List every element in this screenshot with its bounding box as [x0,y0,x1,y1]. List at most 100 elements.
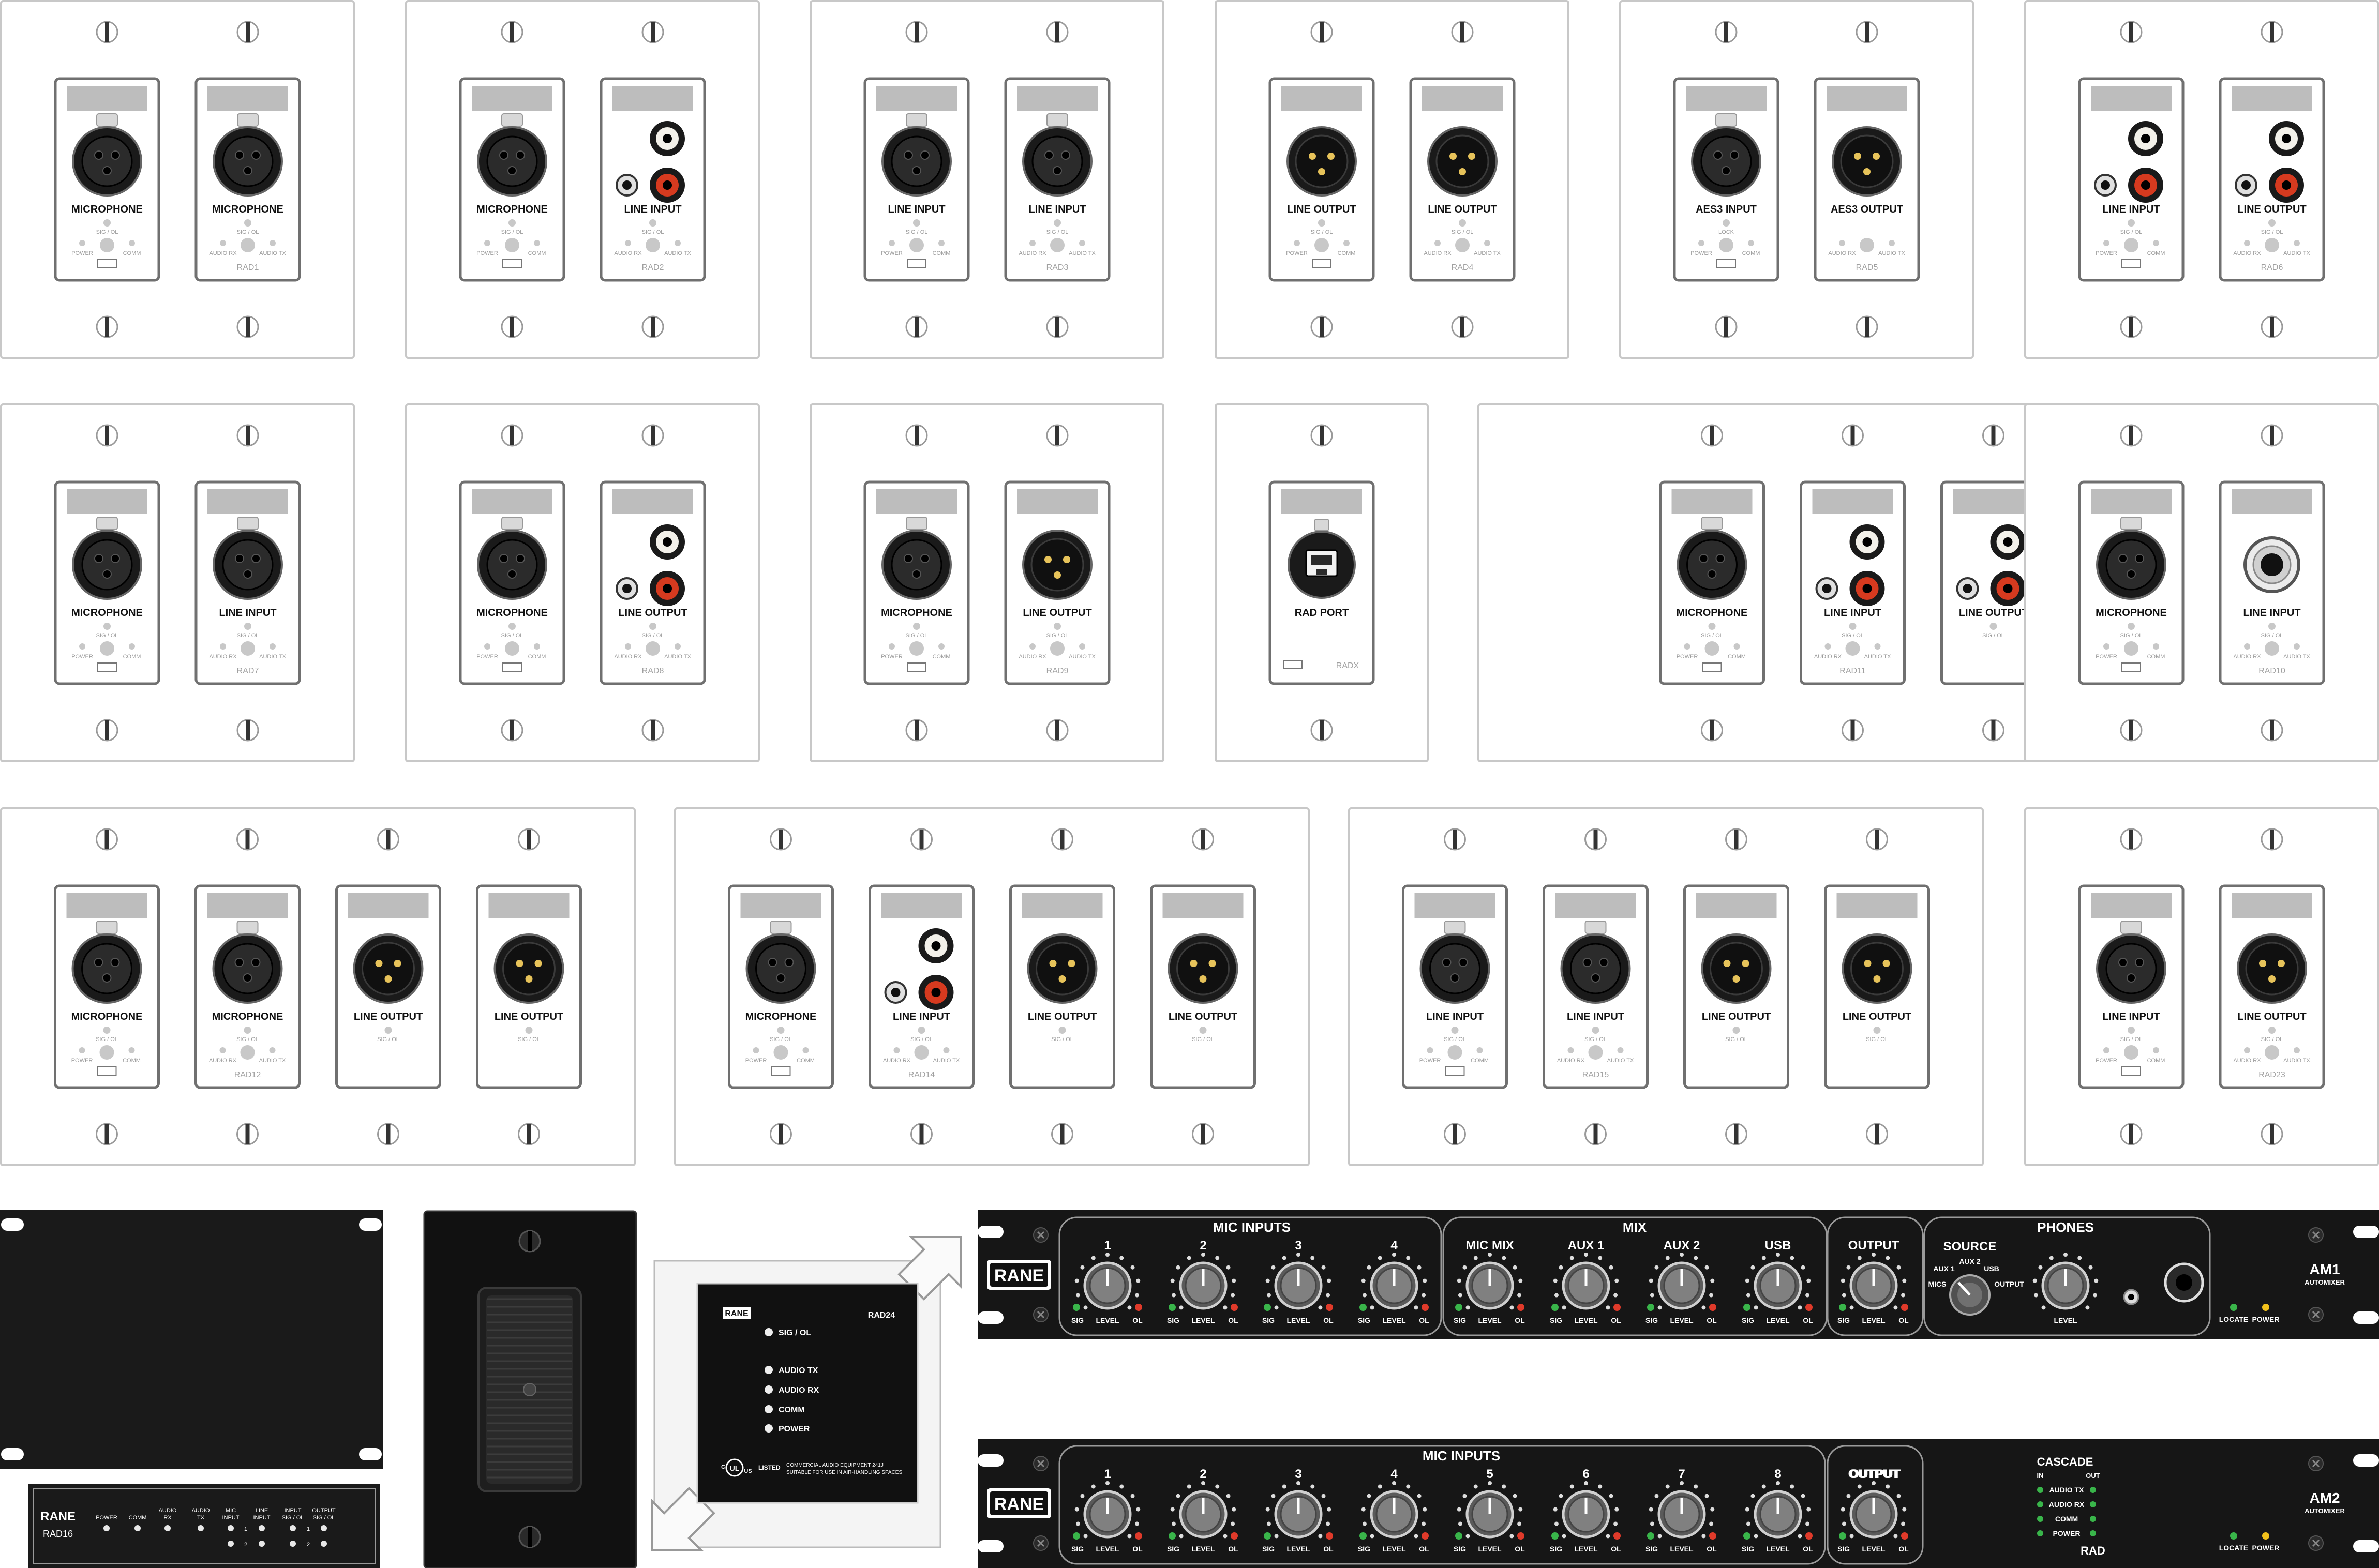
comm-text: COMM [123,654,141,660]
locate-button[interactable] [241,641,255,656]
knob-tick [1414,1305,1418,1310]
indicator-led [534,240,540,246]
xlr-pin-hole [904,150,913,160]
xlr-pin-hole [2118,554,2128,563]
knob-tick [1518,1278,1523,1283]
knob-tick [1609,1494,1613,1498]
wallplate-radx: RAD PORT RADX [1215,403,1429,762]
plate-frame [1619,0,1974,359]
locate-button[interactable] [1050,641,1065,656]
indicator-led [765,1424,773,1433]
locate-button[interactable] [2124,1045,2138,1060]
channel-label: OUTPUT [1848,1239,1899,1253]
indicator-led [79,240,85,246]
knob-tick [1614,1278,1619,1283]
xlr-gold-pin [1854,153,1861,160]
indicator-led [1839,240,1845,246]
screw-slot [2129,317,2133,337]
locate-button[interactable] [2124,641,2138,656]
sig-led [1839,1304,1846,1311]
xlr-face [2245,942,2299,996]
indicator-led [889,240,895,246]
locate-button[interactable] [240,1045,255,1060]
locate-button[interactable] [909,641,924,656]
cascade-led-out [2090,1516,2096,1522]
knob-tick [1846,1265,1851,1270]
sig-text: SIG [1550,1316,1562,1324]
plate-frame [1215,0,1569,359]
ol-led [1517,1532,1524,1540]
status-led [508,623,516,630]
audio-rx-text: AUDIO RX [2233,654,2261,660]
locate-button[interactable] [646,238,660,252]
xlr-gold-pin [1732,975,1740,983]
locate-button[interactable] [241,238,255,252]
indicator-led [228,1541,234,1547]
ol-text: OL [1132,1545,1143,1553]
plate-frame [0,403,355,762]
knob-tick [1171,1521,1176,1526]
xlr-face [1030,538,1084,592]
xlr-pin-hole [1442,958,1452,967]
locate-button[interactable] [505,238,519,252]
rca-center [2003,584,2013,593]
knob-tick [1422,1293,1426,1298]
status-text: LOCK [1718,229,1734,235]
xlr-gold-pin [1863,168,1871,175]
jack-label: LINE OUTPUT [1028,1011,1097,1022]
xlr-face [891,539,942,591]
xlr-latch [770,921,792,934]
xlr-pin-hole [1458,958,1468,967]
xlr-latch [1584,921,1607,934]
label-window [612,489,693,514]
locate-button[interactable] [1860,238,1874,252]
level-text: LEVEL [1574,1545,1598,1553]
status-text: SIG / OL [96,229,118,235]
screw-icon [236,315,259,338]
locate-button[interactable] [1447,1045,1462,1060]
locate-button[interactable] [909,238,924,252]
locate-button[interactable] [1050,238,1065,252]
screw-icon [1444,1123,1466,1145]
locate-button[interactable] [2124,238,2138,252]
comm-text: COMM [933,654,951,660]
wallplate-rad3: LINE INPUT SIG / OL POWER COMM LINE INPUT SIG… [810,0,1164,359]
locate-button[interactable] [2265,238,2279,252]
knob-tick [1392,1253,1396,1257]
locate-button[interactable] [100,238,114,252]
knob-tick [1584,1253,1588,1257]
indicator-led [675,240,681,246]
locate-button[interactable] [505,641,519,656]
screw-slot [1710,426,1714,445]
audio-rx-text: AUDIO RX [209,1058,237,1064]
locate-button[interactable] [773,1045,788,1060]
rane-logo-badge [2121,662,2141,672]
screw-icon [1982,424,2004,447]
screw-icon [1584,1123,1607,1145]
power-text: POWER [2252,1544,2280,1552]
comm-text: COMM [1742,250,1760,257]
level-text: LEVEL [1862,1545,1886,1553]
sig-led [1839,1532,1846,1540]
xlr-gold-pin [1058,975,1066,983]
locate-button[interactable] [646,641,660,656]
indicator-led [228,1525,234,1531]
locate-button[interactable] [100,641,114,656]
locate-button[interactable] [2265,1045,2279,1060]
locate-button[interactable] [2265,641,2279,656]
locate-button[interactable] [1719,238,1733,252]
knob-tick [2063,1253,2068,1257]
sig-text: SIG [1454,1545,1466,1553]
locate-button[interactable] [1704,641,1719,656]
label-window [1414,893,1495,918]
xlr-face [81,135,133,187]
locate-button[interactable] [1588,1045,1603,1060]
comm-text: COMM [1471,1058,1489,1064]
indicator-led [765,1405,773,1413]
locate-button[interactable] [914,1045,929,1060]
locate-button[interactable] [1845,641,1860,656]
locate-button[interactable] [99,1045,114,1060]
locate-button[interactable] [1314,238,1329,252]
xlr-pin-hole [1599,958,1609,967]
locate-button[interactable] [1455,238,1470,252]
